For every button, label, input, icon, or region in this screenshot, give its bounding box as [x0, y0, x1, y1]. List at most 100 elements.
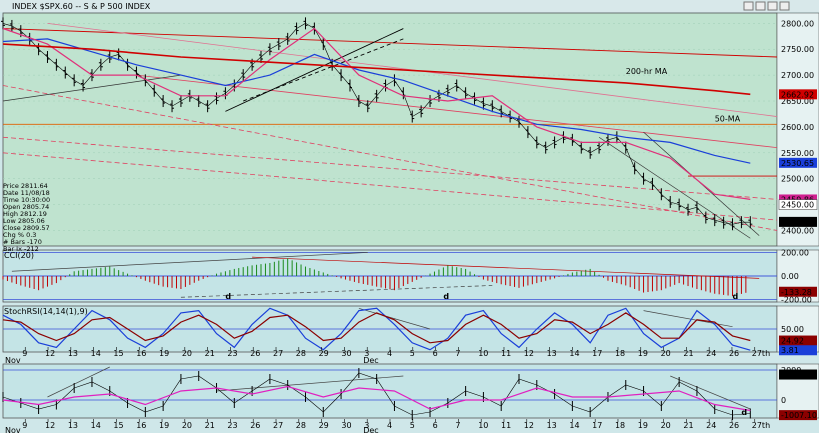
x-tick-label: 15 — [113, 349, 123, 358]
x-tick-label: 20 — [182, 421, 192, 430]
x-tick-label: 11 — [501, 421, 511, 430]
x-tick-label: 13 — [68, 421, 78, 430]
divergence-marker: d — [443, 292, 449, 301]
y-tick-label: 2600.00 — [781, 123, 814, 132]
x-tick-label: 30 — [341, 349, 351, 358]
x-tick-label: 28 — [296, 421, 306, 430]
x-tick-label: 14 — [569, 421, 579, 430]
x-tick-label: 23 — [227, 349, 237, 358]
x-tick-label: 27 — [273, 349, 283, 358]
x-tick-label: 9 — [22, 349, 27, 358]
x-tick-label: 21 — [205, 349, 215, 358]
y-tick-label: 0.00 — [781, 272, 799, 281]
x-tick-label: 24 — [706, 421, 716, 430]
x-tick-label: 29 — [319, 349, 329, 358]
close-button[interactable] — [779, 1, 790, 11]
x-tick-label: 26 — [250, 421, 260, 430]
month-label: Dec — [363, 356, 378, 365]
x-tick-label: 10 — [478, 349, 488, 358]
x-tick-label: 14 — [569, 349, 579, 358]
x-tick-label: 26 — [729, 349, 739, 358]
x-tick-label: 20 — [182, 349, 192, 358]
price-label-text: 2416.57 — [781, 218, 814, 227]
month-label: Nov — [5, 356, 21, 365]
x-tick-label: 19 — [159, 349, 169, 358]
x-tick-label: 13 — [68, 349, 78, 358]
chart-title: INDEX $SPX.60 -- S & P 500 INDEX — [12, 2, 151, 11]
y-tick-label: 2700.00 — [781, 71, 814, 80]
x-tick-label: 19 — [159, 421, 169, 430]
panel-title: StochRSI(14,14(1),9) — [4, 307, 88, 316]
x-tick-label: 27 — [273, 421, 283, 430]
x-tick-label: 18 — [615, 349, 625, 358]
price-label-text: -133.28 — [781, 288, 812, 297]
month-label: Nov — [5, 426, 21, 433]
x-tick-label: 26 — [729, 421, 739, 430]
restore-button[interactable] — [767, 1, 778, 11]
y-tick-label: 0 — [781, 396, 786, 405]
x-tick-label: 13 — [547, 349, 557, 358]
x-tick-label: 12 — [45, 421, 55, 430]
maximize-button[interactable] — [755, 1, 766, 11]
annotation-200-hr-ma: 200-hr MA — [626, 67, 668, 76]
price-label-text: 2450.00 — [781, 201, 814, 210]
x-tick-label: 17 — [592, 421, 602, 430]
x-tick-label: 5 — [410, 421, 415, 430]
x-tick-label: 11 — [501, 349, 511, 358]
x-tick-label: 6 — [433, 349, 438, 358]
x-tick-label: 17 — [592, 349, 602, 358]
price-label-text: 24.92 — [781, 337, 804, 346]
y-tick-label: 2500.00 — [781, 175, 814, 184]
y-tick-label: 2800.00 — [781, 19, 814, 28]
x-tick-label: 23 — [227, 421, 237, 430]
x-tick-label: 24 — [706, 349, 716, 358]
y-tick-label: 2550.00 — [781, 149, 814, 158]
chart-window: INDEX $SPX.60 -- S & P 500 INDEX 2800.00… — [0, 0, 819, 433]
x-tick-label: 16 — [136, 421, 146, 430]
x-tick-label: 14 — [91, 421, 101, 430]
y-tick-label: -200.00 — [781, 296, 812, 305]
x-tick-label: 12 — [524, 421, 534, 430]
price-label-text: 3.81 — [781, 346, 799, 355]
x-tick-label: 18 — [615, 421, 625, 430]
y-tick-label: 200.00 — [781, 248, 809, 257]
x-tick-label: 4 — [387, 349, 392, 358]
price-label-text: 2530.65 — [781, 159, 814, 168]
y-tick-label: 2400.00 — [781, 226, 814, 235]
price-label-text: 2662.92 — [781, 90, 814, 99]
divergence-marker: d — [733, 292, 739, 301]
x-tick-label: 12 — [524, 349, 534, 358]
chart-canvas: INDEX $SPX.60 -- S & P 500 INDEX 2800.00… — [0, 0, 819, 433]
x-tick-label: 20 — [661, 421, 671, 430]
x-tick-label: 10 — [478, 421, 488, 430]
x-tick-label: 14 — [91, 349, 101, 358]
x-tick-label: 29 — [319, 421, 329, 430]
x-tick-label: 7 — [455, 349, 460, 358]
x-tick-label: 21 — [683, 421, 693, 430]
y-tick-label: 50.00 — [781, 325, 804, 334]
x-tick-label: 9 — [22, 421, 27, 430]
x-tick-label: 19 — [638, 349, 648, 358]
x-tick-label: 16 — [136, 349, 146, 358]
x-tick-label: 28 — [296, 349, 306, 358]
x-tick-label: 19 — [638, 421, 648, 430]
price-label-text: -1007.10 — [781, 411, 817, 420]
annotation-50-ma: 50-MA — [715, 115, 741, 124]
x-tick-label: 13 — [547, 421, 557, 430]
x-tick-label: 6 — [433, 421, 438, 430]
x-tick-label: 5 — [410, 349, 415, 358]
x-tick-label: 27th — [752, 421, 770, 430]
divergence-marker: d — [225, 292, 231, 301]
divergence-marker: d — [741, 408, 747, 417]
x-tick-label: 4 — [387, 421, 392, 430]
info-line: Bar Ix -212 — [3, 245, 39, 253]
x-tick-label: 15 — [113, 421, 123, 430]
panel-price — [2, 12, 778, 247]
price-label-text: 1698 — [781, 371, 801, 380]
x-tick-label: 20 — [661, 349, 671, 358]
minimize-button[interactable] — [743, 1, 754, 11]
x-tick-label: 21 — [683, 349, 693, 358]
x-tick-label: 27th — [752, 349, 770, 358]
x-tick-label: 12 — [45, 349, 55, 358]
x-tick-label: 21 — [205, 421, 215, 430]
